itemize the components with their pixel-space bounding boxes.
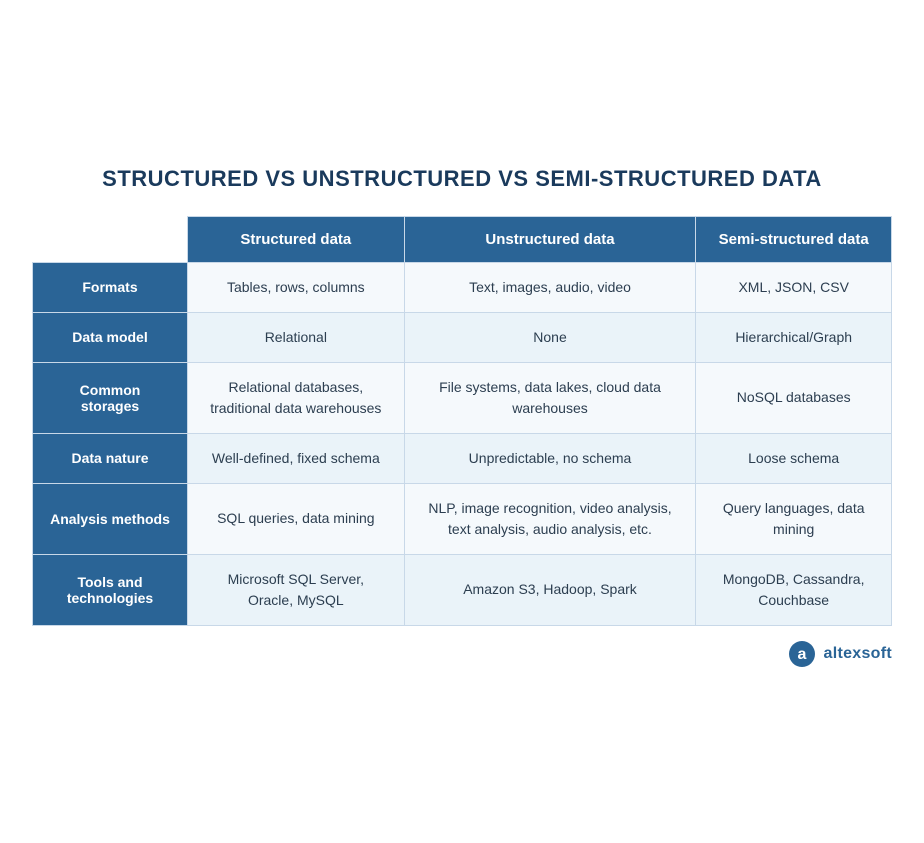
page-title: STRUCTURED VS UNSTRUCTURED VS SEMI-STRUC… xyxy=(32,166,892,192)
col2-header: Unstructured data xyxy=(404,216,696,262)
data-cell-col2: Unpredictable, no schema xyxy=(404,433,696,483)
data-cell-col1: Tables, rows, columns xyxy=(188,262,405,312)
table-row: FormatsTables, rows, columnsText, images… xyxy=(33,262,892,312)
brand-logo-icon: a xyxy=(788,640,816,668)
data-cell-col1: Relational xyxy=(188,312,405,362)
row-header-cell: Formats xyxy=(33,262,188,312)
col1-header: Structured data xyxy=(188,216,405,262)
table-row: Data modelRelationalNoneHierarchical/Gra… xyxy=(33,312,892,362)
brand-name: altexsoft xyxy=(824,645,893,663)
row-header-cell: Data model xyxy=(33,312,188,362)
data-cell-col1: SQL queries, data mining xyxy=(188,483,405,554)
data-cell-col3: XML, JSON, CSV xyxy=(696,262,892,312)
main-container: STRUCTURED VS UNSTRUCTURED VS SEMI-STRUC… xyxy=(12,146,912,698)
row-header-cell: Common storages xyxy=(33,362,188,433)
table-row: Tools and technologiesMicrosoft SQL Serv… xyxy=(33,554,892,625)
data-cell-col1: Well-defined, fixed schema xyxy=(188,433,405,483)
empty-header-cell xyxy=(33,216,188,262)
row-header-cell: Analysis methods xyxy=(33,483,188,554)
data-cell-col2: Text, images, audio, video xyxy=(404,262,696,312)
data-cell-col1: Microsoft SQL Server, Oracle, MySQL xyxy=(188,554,405,625)
table-row: Common storagesRelational databases, tra… xyxy=(33,362,892,433)
data-cell-col2: File systems, data lakes, cloud data war… xyxy=(404,362,696,433)
table-row: Data natureWell-defined, fixed schemaUnp… xyxy=(33,433,892,483)
data-cell-col3: Hierarchical/Graph xyxy=(696,312,892,362)
data-cell-col3: NoSQL databases xyxy=(696,362,892,433)
col3-header: Semi-structured data xyxy=(696,216,892,262)
branding: a altexsoft xyxy=(32,640,892,668)
data-cell-col2: Amazon S3, Hadoop, Spark xyxy=(404,554,696,625)
data-cell-col3: Loose schema xyxy=(696,433,892,483)
header-row: Structured data Unstructured data Semi-s… xyxy=(33,216,892,262)
data-cell-col1: Relational databases, traditional data w… xyxy=(188,362,405,433)
data-cell-col2: None xyxy=(404,312,696,362)
table-row: Analysis methodsSQL queries, data mining… xyxy=(33,483,892,554)
svg-text:a: a xyxy=(797,646,806,663)
row-header-cell: Tools and technologies xyxy=(33,554,188,625)
data-cell-col3: MongoDB, Cassandra, Couchbase xyxy=(696,554,892,625)
row-header-cell: Data nature xyxy=(33,433,188,483)
data-cell-col2: NLP, image recognition, video analysis, … xyxy=(404,483,696,554)
data-cell-col3: Query languages, data mining xyxy=(696,483,892,554)
comparison-table: Structured data Unstructured data Semi-s… xyxy=(32,216,892,626)
